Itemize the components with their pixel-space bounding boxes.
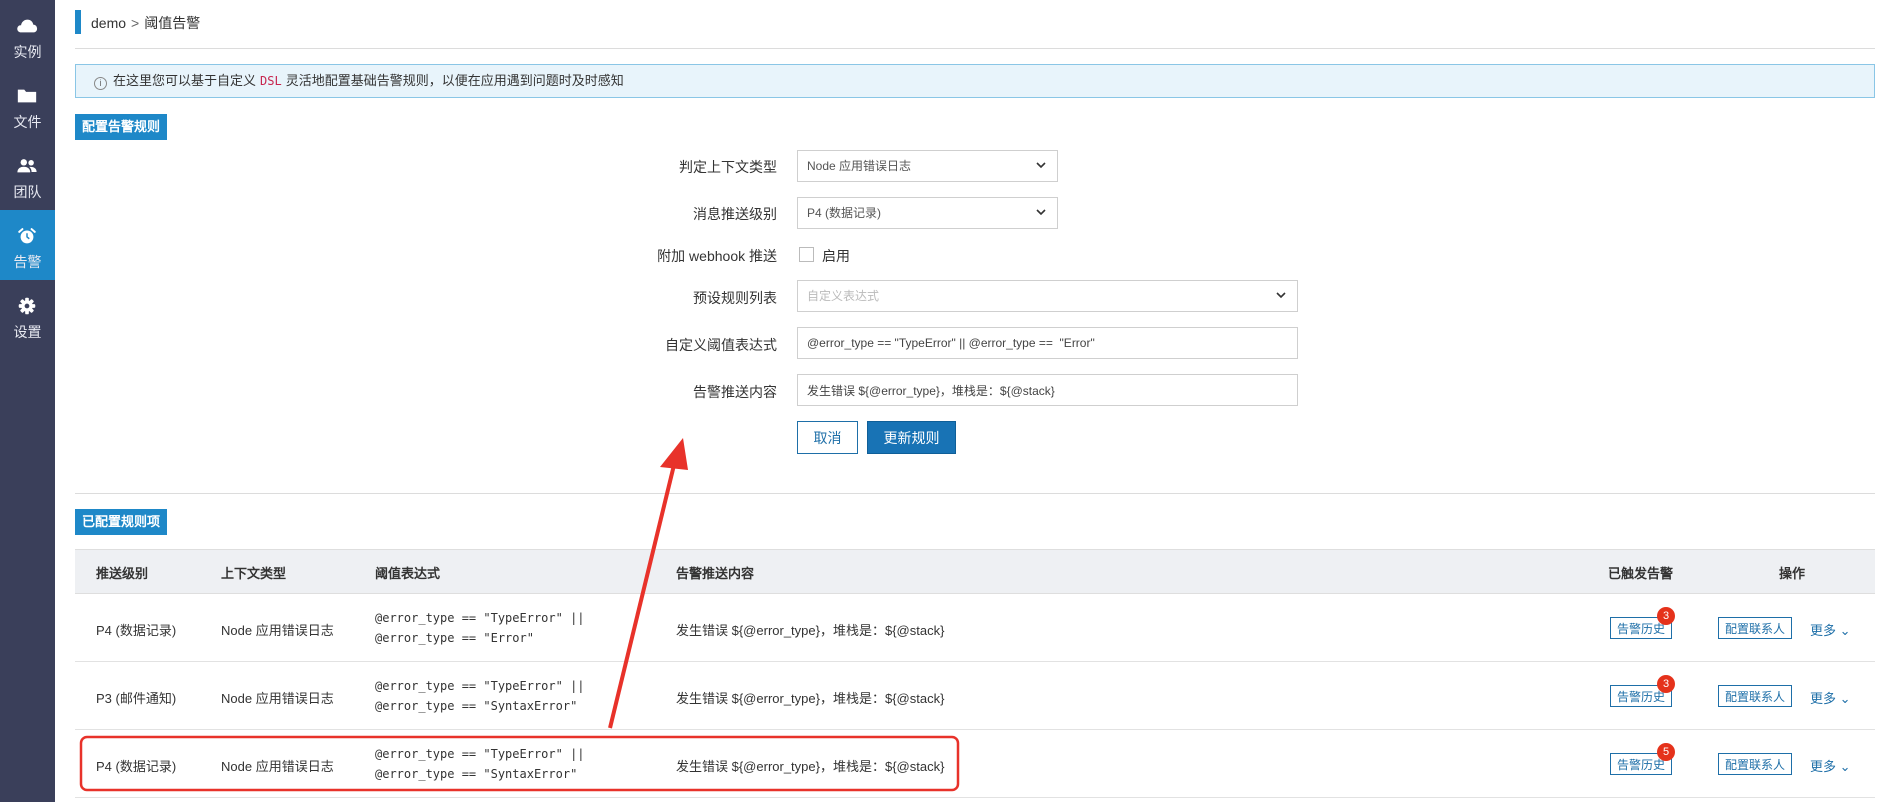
- info-banner: i 在这里您可以基于自定义 DSL 灵活地配置基础告警规则，以便在应用遇到问题时及时感…: [75, 64, 1875, 98]
- chevron-down-icon: ⌄: [1839, 691, 1851, 706]
- section-divider: [75, 493, 1875, 494]
- header-level: 推送级别: [96, 566, 149, 581]
- chevron-down-icon: ⌄: [1839, 759, 1851, 774]
- header-actions: 操作: [1779, 566, 1806, 581]
- more-dropdown[interactable]: 更多 ⌄: [1810, 756, 1851, 775]
- row-context: Node 应用错误日志: [221, 691, 334, 706]
- header-divider: [75, 48, 1875, 49]
- row-level: P4 (数据记录): [96, 759, 177, 774]
- context-type-value: Node 应用错误日志: [807, 159, 912, 173]
- expression-input[interactable]: [797, 327, 1298, 359]
- context-type-label: 判定上下文类型: [679, 159, 777, 175]
- rules-section-title: 已配置规则项: [75, 509, 168, 535]
- sidebar-item-label: 团队: [13, 184, 42, 200]
- webhook-checkbox-label[interactable]: 启用: [822, 246, 850, 266]
- sidebar-item-settings[interactable]: 设置: [0, 280, 55, 350]
- row-content: 发生错误 ${@error_type}，堆栈是：${@stack}: [676, 623, 945, 638]
- more-dropdown[interactable]: 更多 ⌄: [1810, 620, 1851, 639]
- row-expression-line2: @error_type == "Error": [375, 631, 534, 645]
- header-content: 告警推送内容: [676, 566, 755, 581]
- breadcrumb-separator: >: [131, 15, 140, 31]
- cloud-icon: [17, 19, 38, 33]
- sidebar-item-label: 文件: [13, 114, 42, 130]
- push-content-label: 告警推送内容: [693, 384, 777, 400]
- breadcrumb-accent-bar: [75, 10, 81, 34]
- banner-text-before: 在这里您可以基于自定义: [113, 73, 257, 88]
- chevron-down-icon: [1036, 209, 1046, 216]
- banner-code: DSL: [260, 74, 282, 88]
- alert-count-badge: 3: [1657, 675, 1675, 693]
- sidebar-item-alerts[interactable]: 告警: [0, 210, 55, 280]
- table-header: 推送级别 上下文类型 阈值表达式 告警推送内容 已触发告警 操作: [75, 549, 1875, 594]
- row-level: P4 (数据记录): [96, 623, 177, 638]
- preset-rules-select[interactable]: 自定义表达式: [797, 280, 1298, 312]
- table-row: P3 (邮件通知) Node 应用错误日志 @error_type == "Ty…: [75, 662, 1875, 730]
- row-expression-line2: @error_type == "SyntaxError": [375, 699, 578, 713]
- info-icon: i: [94, 77, 107, 90]
- chevron-down-icon: [1276, 292, 1286, 299]
- folder-icon: [17, 89, 37, 103]
- row-expression: @error_type == "TypeError" || @error_typ…: [375, 608, 585, 648]
- chevron-down-icon: [1036, 162, 1046, 169]
- push-level-label: 消息推送级别: [693, 206, 777, 222]
- cancel-button[interactable]: 取消: [797, 421, 858, 454]
- preset-rules-placeholder: 自定义表达式: [807, 289, 880, 303]
- row-content: 发生错误 ${@error_type}，堆栈是：${@stack}: [676, 691, 945, 706]
- team-icon: [17, 159, 37, 173]
- alarm-clock-icon: [18, 228, 36, 244]
- breadcrumb: demo > 阈值告警: [91, 13, 200, 33]
- push-content-input[interactable]: [797, 374, 1298, 406]
- sidebar-item-label: 实例: [13, 44, 42, 60]
- row-expression-line1: @error_type == "TypeError" ||: [375, 747, 585, 761]
- row-expression-line1: @error_type == "TypeError" ||: [375, 611, 585, 625]
- preset-rules-label: 预设规则列表: [693, 290, 777, 306]
- table-row: P4 (数据记录) Node 应用错误日志 @error_type == "Ty…: [75, 594, 1875, 662]
- sidebar: 实例 文件 团队 告警 设置: [0, 0, 55, 802]
- sidebar-item-files[interactable]: 文件: [0, 70, 55, 140]
- row-expression: @error_type == "TypeError" || @error_typ…: [375, 744, 585, 784]
- row-expression-line1: @error_type == "TypeError" ||: [375, 679, 585, 693]
- push-level-select[interactable]: P4 (数据记录): [797, 197, 1058, 229]
- sidebar-item-label: 设置: [13, 324, 42, 340]
- push-level-value: P4 (数据记录): [807, 206, 882, 220]
- expression-label: 自定义阈值表达式: [665, 337, 777, 353]
- table-row: P4 (数据记录) Node 应用错误日志 @error_type == "Ty…: [75, 730, 1875, 798]
- more-label: 更多: [1810, 623, 1837, 638]
- more-label: 更多: [1810, 691, 1837, 706]
- row-context: Node 应用错误日志: [221, 623, 334, 638]
- breadcrumb-root[interactable]: demo: [91, 15, 126, 31]
- header-triggered: 已触发告警: [1608, 566, 1674, 581]
- row-level: P3 (邮件通知): [96, 691, 177, 706]
- sidebar-item-team[interactable]: 团队: [0, 140, 55, 210]
- row-content: 发生错误 ${@error_type}，堆栈是：${@stack}: [676, 759, 945, 774]
- sidebar-item-label: 告警: [13, 254, 42, 270]
- breadcrumb-current: 阈值告警: [144, 15, 201, 31]
- context-type-select[interactable]: Node 应用错误日志: [797, 150, 1058, 182]
- config-section-title: 配置告警规则: [75, 114, 168, 140]
- chevron-down-icon: ⌄: [1839, 623, 1851, 638]
- header-expression: 阈值表达式: [375, 566, 441, 581]
- banner-text-after: 灵活地配置基础告警规则，以便在应用遇到问题时及时感知: [285, 73, 624, 88]
- app-root: 实例 文件 团队 告警 设置 demo > 阈值告警 i 在这里您可以基于自定义…: [0, 0, 1885, 802]
- row-expression-line2: @error_type == "SyntaxError": [375, 767, 578, 781]
- update-rule-button[interactable]: 更新规则: [867, 421, 956, 454]
- header-context: 上下文类型: [221, 566, 287, 581]
- row-expression: @error_type == "TypeError" || @error_typ…: [375, 676, 585, 716]
- webhook-checkbox[interactable]: [799, 247, 814, 262]
- alert-count-badge: 5: [1657, 743, 1675, 761]
- more-label: 更多: [1810, 759, 1837, 774]
- alert-count-badge: 3: [1657, 607, 1675, 625]
- configure-contacts-button[interactable]: 配置联系人: [1718, 617, 1793, 639]
- webhook-label: 附加 webhook 推送: [657, 248, 777, 264]
- configure-contacts-button[interactable]: 配置联系人: [1718, 685, 1793, 707]
- configure-contacts-button[interactable]: 配置联系人: [1718, 753, 1793, 775]
- more-dropdown[interactable]: 更多 ⌄: [1810, 688, 1851, 707]
- gear-icon: [18, 297, 36, 315]
- sidebar-item-instances[interactable]: 实例: [0, 0, 55, 70]
- annotation-arrow-head: [660, 438, 688, 470]
- row-context: Node 应用错误日志: [221, 759, 334, 774]
